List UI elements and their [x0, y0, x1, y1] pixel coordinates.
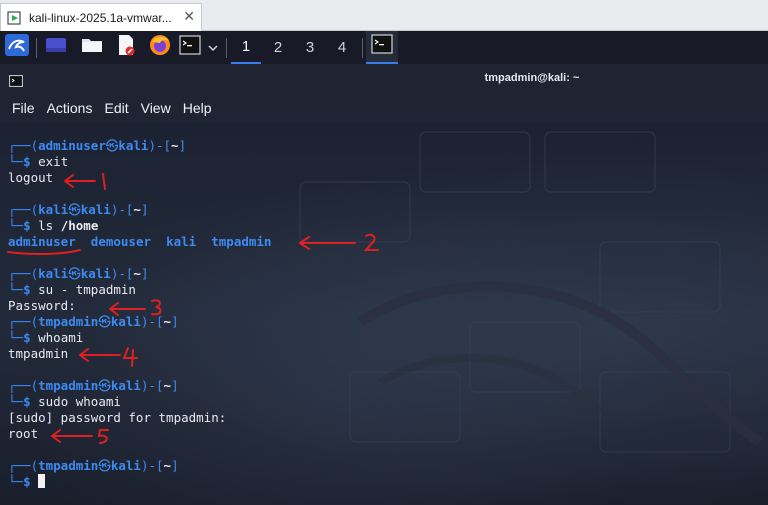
workspace-3[interactable]: 3 — [295, 31, 325, 64]
terminal-icon — [371, 34, 393, 59]
prompt-user: adminuser — [38, 138, 106, 153]
output-line: root — [8, 426, 39, 441]
prompt-host: kali — [118, 138, 149, 153]
text-cursor — [38, 474, 46, 488]
prompt-host: kali — [110, 458, 141, 473]
menu-actions[interactable]: Actions — [47, 100, 93, 116]
output-line: tmpadmin — [8, 346, 69, 361]
command-line: └─$ whoami — [8, 330, 84, 345]
text-editor-button[interactable] — [112, 31, 140, 64]
prompt-line: ┌──(tmpadmin㉿kali)-[~] — [8, 458, 179, 473]
vm-tab-title: kali-linux-2025.1a-vmwar... — [29, 10, 172, 25]
output-line: [sudo] password for tmpadmin: — [8, 410, 227, 425]
prompt-host: kali — [110, 314, 141, 329]
file-manager-button[interactable] — [78, 31, 106, 64]
dir-entry: adminuser — [8, 234, 76, 249]
kali-menu-button[interactable] — [2, 31, 32, 64]
prompt-dir: ~ — [133, 202, 141, 217]
command-line: └─$ — [8, 474, 271, 490]
prompt-host: kali — [110, 378, 141, 393]
prompt-dir: ~ — [163, 378, 172, 393]
vm-play-icon — [7, 10, 21, 25]
prompt-host: kali — [80, 266, 111, 281]
terminal-body[interactable]: ┌──(adminuser㉿kali)-[~] └─$ exit logout … — [0, 122, 768, 505]
prompt-line: ┌──(kali㉿kali)-[~] — [8, 266, 149, 281]
menu-view[interactable]: View — [141, 100, 171, 116]
prompt-line: ┌──(tmpadmin㉿kali)-[~] — [8, 378, 179, 393]
kali-dragon-icon — [4, 33, 30, 62]
command-text: sudo whoami — [38, 394, 121, 409]
prompt-user: kali — [38, 266, 69, 281]
panel-separator — [362, 38, 363, 58]
vm-tab[interactable]: kali-linux-2025.1a-vmwar... ✕ — [0, 3, 202, 31]
close-icon[interactable]: ✕ — [183, 9, 195, 23]
window-title: tmpadmin@kali: ~ — [484, 72, 580, 84]
output-line: Password: — [8, 298, 76, 313]
kali-panel: 1 2 3 4 — [0, 31, 768, 64]
command-text: whoami — [38, 330, 84, 345]
command-arg: /home — [60, 218, 99, 233]
ls-output-line: adminuser demouser kali tmpadmin — [8, 234, 271, 250]
prompt-line: ┌──(tmpadmin㉿kali)-[~] — [8, 314, 179, 329]
vmware-tab-strip: kali-linux-2025.1a-vmwar... ✕ — [0, 0, 768, 31]
terminal-titlebar: tmpadmin@kali: ~ — [0, 64, 768, 94]
command-text: ls — [38, 218, 54, 233]
folder-icon — [81, 36, 103, 59]
panel-separator — [36, 38, 37, 58]
menu-file[interactable]: File — [12, 100, 35, 116]
prompt-dir: ~ — [133, 266, 141, 281]
menu-edit[interactable]: Edit — [104, 100, 128, 116]
firefox-button[interactable] — [146, 31, 174, 64]
terminal-menubar: File Actions Edit View Help — [0, 94, 768, 122]
taskbar-terminal-window[interactable] — [366, 31, 398, 64]
terminal-output: ┌──(adminuser㉿kali)-[~] └─$ exit logout … — [8, 138, 271, 490]
dir-entry: demouser — [90, 234, 152, 249]
command-line: └─$ exit — [8, 154, 69, 169]
terminal-icon — [179, 35, 201, 60]
workspace-1[interactable]: 1 — [231, 31, 261, 64]
command-line: └─$ ls /home — [8, 218, 99, 233]
menu-help[interactable]: Help — [183, 100, 212, 116]
output-line: logout — [8, 170, 54, 185]
command-line: └─$ su - tmpadmin — [8, 282, 136, 297]
command-text: exit — [38, 154, 69, 169]
desktop-icon — [45, 36, 67, 59]
prompt-line: ┌──(adminuser㉿kali)-[~] — [8, 138, 187, 153]
chevron-down-icon — [208, 39, 218, 57]
workspace-2[interactable]: 2 — [263, 31, 293, 64]
firefox-icon — [149, 34, 171, 61]
terminal-dropdown[interactable] — [204, 31, 222, 64]
dir-entry: tmpadmin — [211, 234, 272, 249]
prompt-user: tmpadmin — [38, 314, 99, 329]
prompt-host: kali — [80, 202, 111, 217]
prompt-dir: ~ — [163, 314, 172, 329]
prompt-dir: ~ — [171, 138, 179, 153]
prompt-user: tmpadmin — [38, 458, 99, 473]
panel-separator — [226, 38, 227, 58]
command-line: └─$ sudo whoami — [8, 394, 121, 409]
workspace-4[interactable]: 4 — [327, 31, 357, 64]
prompt-line: ┌──(kali㉿kali)-[~] — [8, 202, 149, 217]
prompt-dir: ~ — [163, 458, 172, 473]
terminal-launcher-button[interactable] — [178, 31, 202, 64]
show-desktop-button[interactable] — [42, 31, 70, 64]
dir-entry: kali — [166, 234, 197, 249]
text-editor-icon — [115, 34, 137, 61]
prompt-user: kali — [38, 202, 69, 217]
command-text: su - tmpadmin — [38, 282, 136, 297]
prompt-user: tmpadmin — [38, 378, 99, 393]
